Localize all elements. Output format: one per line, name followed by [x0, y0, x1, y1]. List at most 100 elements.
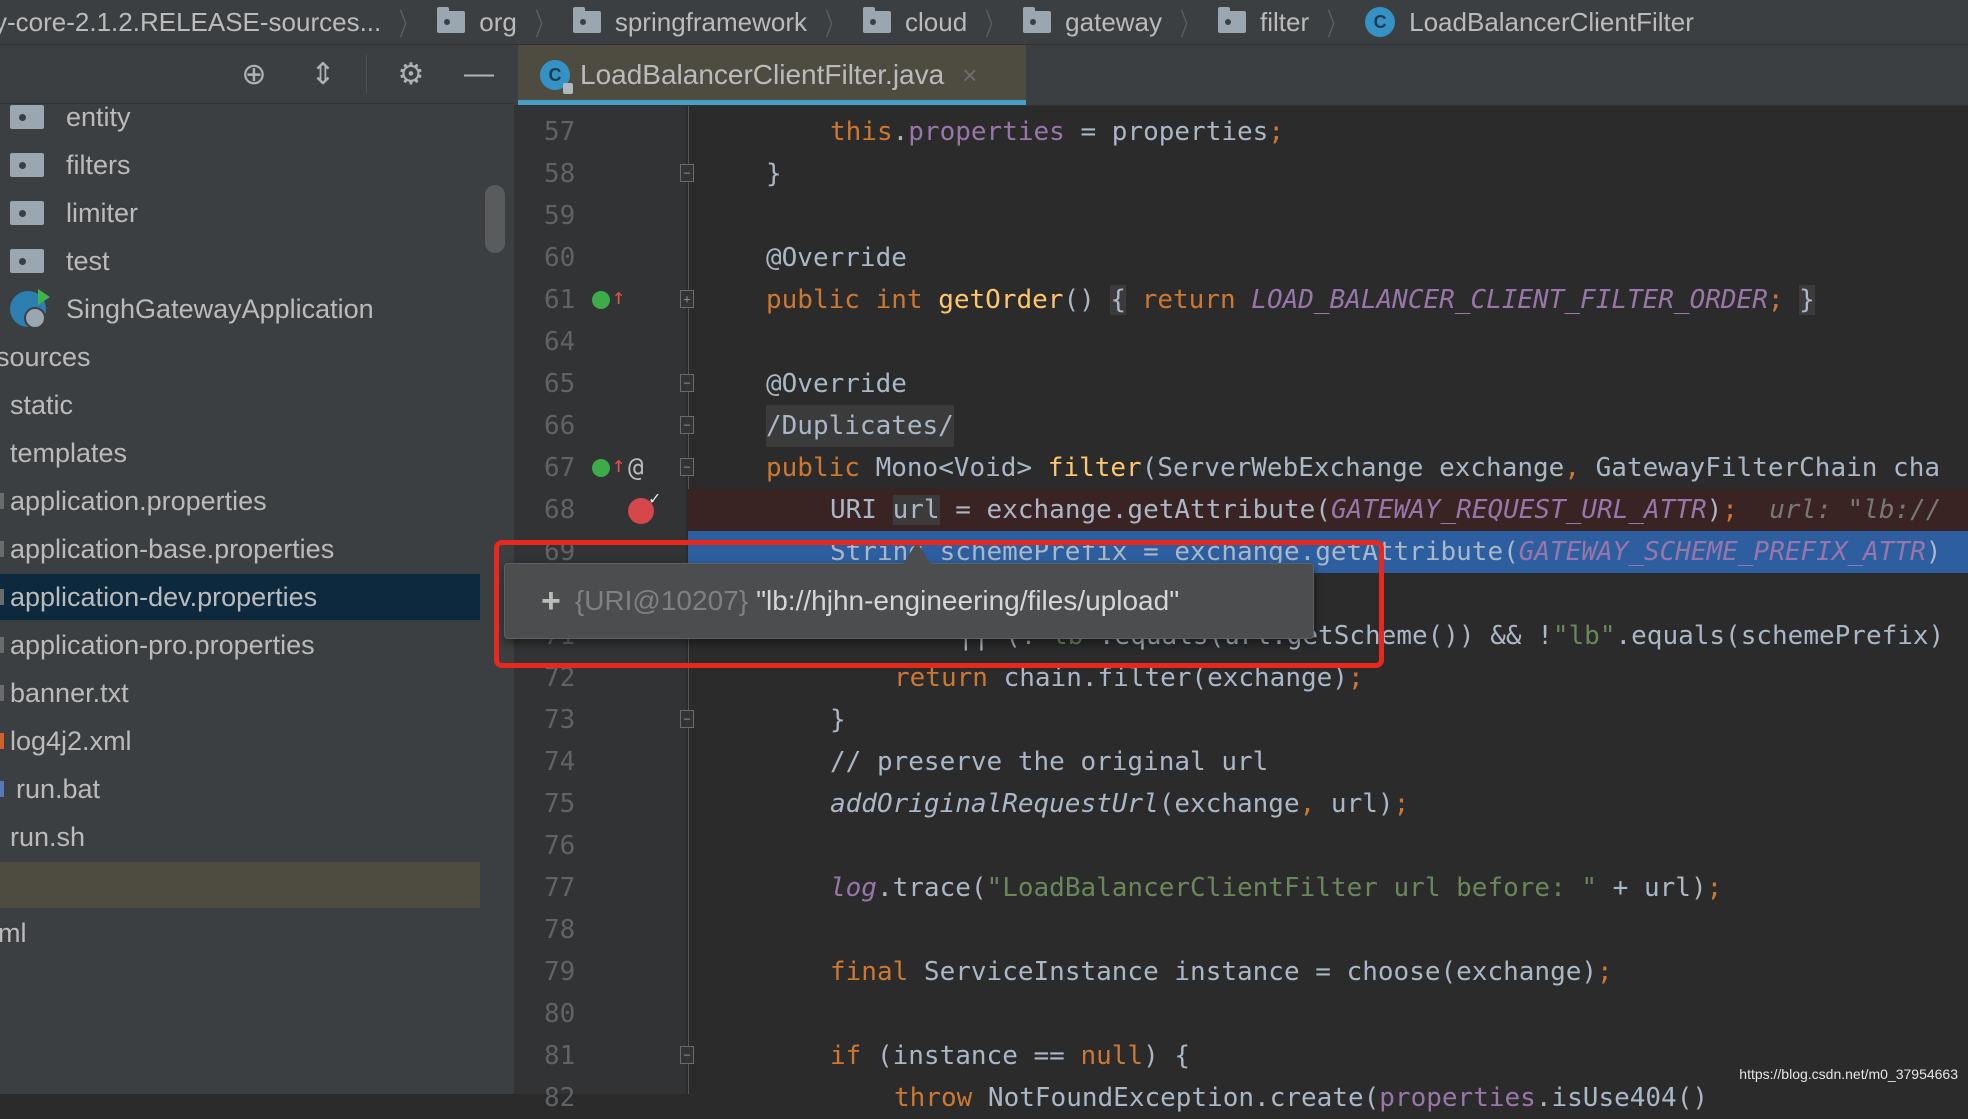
code-line: 61 ↑ + public int getOrder() { return LO…	[514, 279, 1968, 321]
breadcrumb-separator-icon: 〉	[534, 9, 553, 42]
shell-file-icon	[0, 829, 4, 845]
folder-icon	[863, 7, 892, 33]
folder-icon	[10, 249, 44, 273]
overrides-up-arrow-icon[interactable]: ↑	[612, 455, 625, 477]
tree-item-banner-txt[interactable]: banner.txt	[0, 670, 480, 716]
tree-item-label: application-pro.properties	[10, 629, 315, 660]
tree-item-run-bat[interactable]: run.bat	[0, 766, 480, 812]
breadcrumb-label: gateway	[1065, 6, 1163, 37]
line-number: 79	[544, 957, 576, 987]
collapse-all-icon[interactable]: ⇕	[306, 57, 340, 91]
watermark: https://blog.csdn.net/m0_37954663	[1739, 1066, 1958, 1082]
project-tree-scrollbar[interactable]	[485, 185, 505, 253]
fold-expand-icon[interactable]: +	[680, 290, 694, 308]
fold-end-icon[interactable]: −	[680, 164, 694, 182]
code-line: 67 ↑ @ − public Mono<Void> filter(Server…	[514, 447, 1968, 489]
debug-value-tooltip: + {URI@10207} "lb://hjhn-engineering/fil…	[504, 542, 1314, 639]
breadcrumb-label: org	[479, 6, 517, 37]
line-text: URI url = exchange.getAttribute(GATEWAY_…	[830, 495, 1942, 525]
tree-item-pom-xml[interactable]: ml	[0, 910, 480, 956]
tree-item-application-pro-properties[interactable]: application-pro.properties	[0, 622, 480, 668]
tree-item-resources[interactable]: sources	[0, 334, 480, 380]
folder-icon	[1023, 7, 1052, 33]
tree-item-highlighted[interactable]	[0, 862, 480, 908]
tree-item-application-properties[interactable]: application.properties	[0, 478, 480, 524]
java-class-icon: C	[540, 60, 573, 94]
overrides-up-arrow-icon[interactable]: ↑	[612, 287, 625, 309]
code-line: 74 // preserve the original url	[514, 741, 1968, 783]
breadcrumb-item-class[interactable]: C LoadBalancerClientFilter	[1365, 7, 1694, 38]
implements-method-icon[interactable]	[592, 459, 610, 477]
tree-item-label: sources	[0, 341, 91, 372]
fold-collapse-icon[interactable]: −	[680, 458, 694, 476]
breadcrumb-item-cloud[interactable]: cloud 〉	[863, 0, 1023, 44]
tree-item-application-dev-properties[interactable]: application-dev.properties	[0, 574, 480, 620]
breadcrumb-item-org[interactable]: org 〉	[437, 0, 573, 44]
implements-method-icon[interactable]	[592, 291, 610, 309]
breadcrumb-label: filter	[1260, 6, 1310, 37]
code-line: 76	[514, 825, 1968, 867]
tree-item-filters[interactable]: filters	[0, 142, 480, 188]
code-line: 73 − }	[514, 699, 1968, 741]
tree-item-singh-gateway-application[interactable]: SinghGatewayApplication	[0, 286, 480, 332]
tree-item-test[interactable]: test	[0, 238, 480, 284]
line-number: 66	[544, 411, 576, 441]
breadcrumb-separator-icon: 〉	[1327, 9, 1346, 42]
breadcrumb-item-sources-jar[interactable]: y-core-2.1.2.RELEASE-sources... 〉	[0, 0, 437, 44]
code-line: 79 final ServiceInstance instance = choo…	[514, 951, 1968, 993]
navigation-breadcrumb: y-core-2.1.2.RELEASE-sources... 〉 org 〉 …	[0, 0, 1968, 45]
tree-item-application-base-properties[interactable]: application-base.properties	[0, 526, 480, 572]
tree-item-entity[interactable]: entity	[0, 94, 480, 140]
breakpoint-icon[interactable]	[628, 488, 660, 524]
line-number: 64	[544, 327, 576, 357]
breadcrumb-label: y-core-2.1.2.RELEASE-sources...	[0, 6, 382, 37]
gear-icon[interactable]: ⚙	[394, 57, 428, 91]
line-number: 80	[544, 999, 576, 1029]
fold-end-icon[interactable]: −	[680, 710, 694, 728]
line-number: 73	[544, 705, 576, 735]
tree-item-run-sh[interactable]: run.sh	[0, 814, 480, 860]
line-text: @Override	[766, 369, 907, 399]
tree-item-limiter[interactable]: limiter	[0, 190, 480, 236]
breadcrumb-label: cloud	[905, 6, 968, 37]
breadcrumb-item-filter[interactable]: filter 〉	[1218, 0, 1365, 44]
fold-collapse-icon[interactable]: −	[680, 374, 694, 392]
tree-item-log4j2-xml[interactable]: log4j2.xml	[0, 718, 480, 764]
breadcrumb-item-gateway[interactable]: gateway 〉	[1023, 0, 1218, 44]
toolbar-divider	[366, 55, 367, 93]
tree-item-label: static	[10, 389, 74, 420]
folder-icon	[572, 7, 601, 33]
fold-collapse-icon[interactable]: −	[680, 1046, 694, 1064]
code-line: 80	[514, 993, 1968, 1035]
tree-item-label: application-dev.properties	[10, 581, 318, 612]
bat-file-icon	[0, 781, 4, 797]
tree-item-label: run.bat	[16, 773, 101, 804]
tab-load-balancer-client-filter[interactable]: C LoadBalancerClientFilter.java ×	[518, 45, 1026, 105]
close-tab-icon[interactable]: ×	[962, 60, 977, 91]
line-text: if (instance == null) {	[830, 1041, 1191, 1071]
tree-item-label: application-base.properties	[10, 533, 335, 564]
breadcrumb-label: springframework	[614, 6, 808, 37]
line-number: 58	[544, 159, 576, 189]
tree-item-static[interactable]: static	[0, 382, 480, 428]
tree-item-label: test	[66, 245, 110, 276]
breadcrumb-separator-icon: 〉	[1180, 9, 1199, 42]
expand-value-icon[interactable]: +	[541, 582, 561, 621]
breadcrumb-label: LoadBalancerClientFilter	[1409, 6, 1694, 37]
line-text: this.properties = properties;	[830, 117, 1284, 147]
fold-end-icon[interactable]: −	[680, 416, 694, 434]
line-text: }	[830, 705, 846, 735]
java-class-icon: C	[1365, 7, 1396, 37]
code-line: 82 throw NotFoundException.create(proper…	[514, 1077, 1968, 1119]
tree-item-templates[interactable]: templates	[0, 430, 480, 476]
tree-item-label: filters	[66, 149, 131, 180]
line-comment: // preserve the original url	[830, 747, 1269, 777]
breadcrumb-item-springframework[interactable]: springframework 〉	[572, 0, 863, 44]
line-number: 60	[544, 243, 576, 273]
hide-panel-icon[interactable]: —	[462, 57, 496, 91]
class-letter: C	[548, 64, 562, 85]
locate-file-icon[interactable]: ⊕	[237, 57, 271, 91]
text-file-icon	[0, 685, 4, 701]
line-number: 81	[544, 1041, 576, 1071]
annotation-icon[interactable]: @	[628, 447, 644, 489]
